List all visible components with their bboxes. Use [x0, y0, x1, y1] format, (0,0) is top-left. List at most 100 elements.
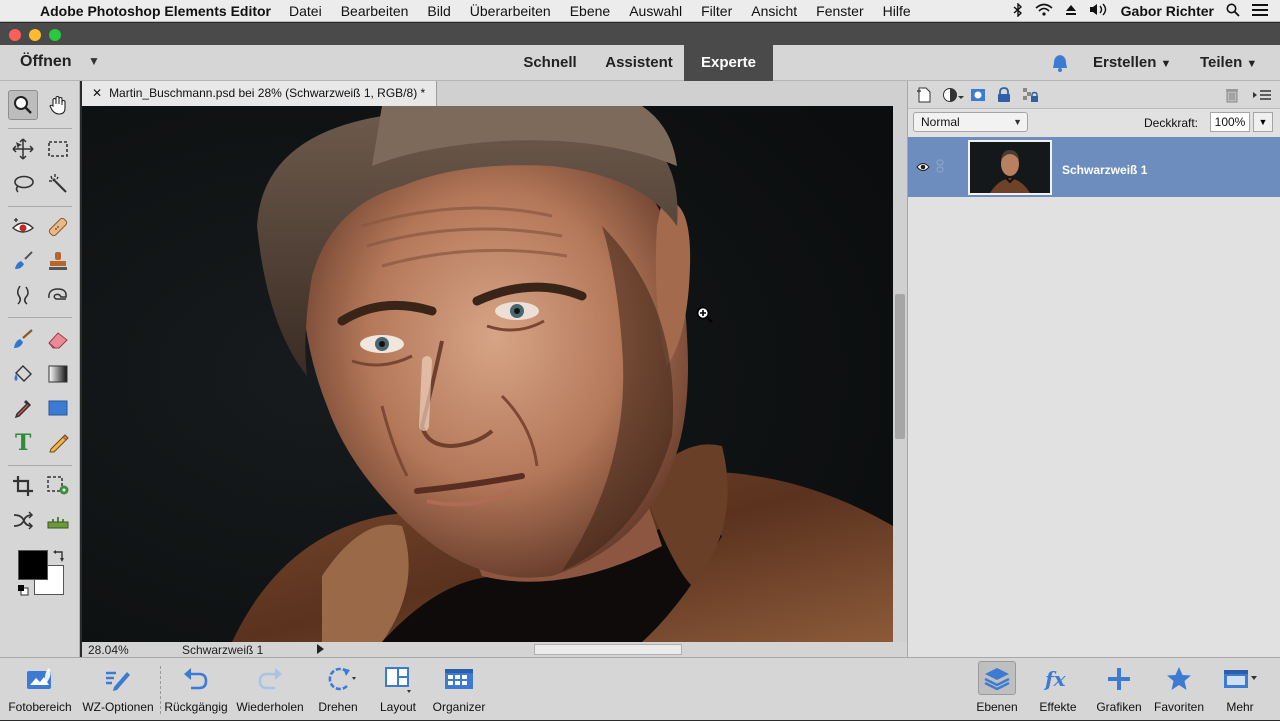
red-eye-tool-icon[interactable]: [8, 212, 38, 242]
adjustment-layer-icon[interactable]: [942, 87, 964, 103]
layers-panel-toolbar: [908, 81, 1280, 109]
graphics-button[interactable]: Grafiken: [1090, 658, 1148, 721]
straighten-tool-icon[interactable]: [43, 505, 73, 535]
vertical-scroll-thumb[interactable]: [895, 294, 905, 439]
panel-menu-icon[interactable]: [1252, 87, 1272, 103]
menu-ansicht[interactable]: Ansicht: [751, 3, 797, 19]
document-tab-bar-empty: [437, 81, 907, 106]
recompose-tool-icon[interactable]: [43, 471, 73, 501]
zoom-tool-icon[interactable]: [8, 90, 38, 120]
crop-tool-icon[interactable]: [8, 471, 38, 501]
tab-schnell[interactable]: Schnell: [514, 45, 586, 81]
close-window-button[interactable]: [9, 29, 21, 41]
layer-row-selected[interactable]: Schwarzweiß 1: [908, 137, 1280, 197]
delete-layer-icon[interactable]: [1224, 87, 1240, 103]
layer-mask-icon[interactable]: [970, 87, 986, 103]
status-menu-arrow-icon[interactable]: [315, 643, 325, 655]
quick-selection-tool-icon[interactable]: [43, 169, 73, 199]
menu-datei[interactable]: Datei: [289, 3, 322, 19]
shape-tool-icon[interactable]: [43, 393, 73, 423]
hand-tool-icon[interactable]: [43, 90, 73, 120]
lock-layer-icon[interactable]: [996, 87, 1012, 103]
volume-icon[interactable]: [1089, 3, 1109, 19]
layout-button[interactable]: Layout: [370, 658, 426, 721]
effects-button[interactable]: fx Effekte: [1030, 658, 1086, 721]
tab-experte[interactable]: Experte: [684, 45, 773, 81]
more-button[interactable]: Mehr: [1212, 658, 1268, 721]
sponge-tool-icon[interactable]: [43, 280, 73, 310]
menu-filter[interactable]: Filter: [701, 3, 732, 19]
opacity-field[interactable]: 100%: [1210, 112, 1250, 132]
opacity-dropdown-icon[interactable]: ▼: [1253, 112, 1273, 132]
clone-stamp-tool-icon[interactable]: [43, 246, 73, 276]
tool-options-button[interactable]: WZ-Optionen: [78, 658, 158, 721]
layer-link-icon[interactable]: [936, 159, 944, 173]
default-colors-icon[interactable]: [17, 583, 29, 596]
brush-tool-icon[interactable]: [8, 324, 38, 354]
menu-ebene[interactable]: Ebene: [570, 3, 610, 19]
spotlight-search-icon[interactable]: [1226, 3, 1240, 20]
app-menu-title[interactable]: Adobe Photoshop Elements Editor: [40, 3, 271, 19]
blur-tool-icon[interactable]: [8, 280, 38, 310]
open-button[interactable]: Öffnen: [20, 53, 72, 71]
menu-auswahl[interactable]: Auswahl: [629, 3, 682, 19]
open-dropdown-caret-icon[interactable]: ▼: [88, 54, 100, 68]
swap-colors-icon[interactable]: [52, 549, 66, 563]
eject-icon[interactable]: [1065, 3, 1077, 19]
app-top-bar: Öffnen ▼ Schnell Assistent Experte Erste…: [0, 45, 1280, 81]
rotate-button[interactable]: Drehen: [310, 658, 366, 721]
organizer-button[interactable]: Organizer: [428, 658, 490, 721]
lock-transparent-pixels-icon[interactable]: [1022, 87, 1038, 103]
close-document-icon[interactable]: ✕: [92, 86, 102, 100]
menu-fenster[interactable]: Fenster: [816, 3, 863, 19]
lasso-tool-icon[interactable]: [8, 169, 38, 199]
visibility-eye-icon[interactable]: [916, 160, 930, 172]
photo-bin-icon: [25, 664, 55, 694]
redo-button[interactable]: Wiederholen: [232, 658, 308, 721]
favorites-button[interactable]: Favoriten: [1150, 658, 1208, 721]
layer-thumbnail[interactable]: [968, 140, 1052, 195]
pencil-tool-icon[interactable]: [43, 427, 73, 457]
tool-options-label: WZ-Optionen: [82, 700, 154, 714]
photo-bin-button[interactable]: Fotobereich: [2, 658, 78, 721]
spot-healing-brush-icon[interactable]: [43, 212, 73, 242]
notification-center-icon[interactable]: [1252, 3, 1268, 19]
image-canvas[interactable]: [82, 106, 893, 642]
content-aware-move-tool-icon[interactable]: [8, 505, 38, 535]
toolbox-divider: [8, 317, 72, 318]
bluetooth-icon[interactable]: [1013, 1, 1023, 20]
new-layer-icon[interactable]: [916, 87, 932, 103]
menu-hilfe[interactable]: Hilfe: [883, 3, 911, 19]
minimize-window-button[interactable]: [29, 29, 41, 41]
zoom-window-button[interactable]: [49, 29, 61, 41]
bell-icon[interactable]: [1050, 53, 1070, 73]
undo-icon: [181, 664, 211, 694]
zoom-level[interactable]: 28.04%: [88, 643, 129, 657]
wifi-icon[interactable]: [1035, 3, 1053, 19]
tab-assistent[interactable]: Assistent: [596, 45, 682, 81]
gradient-tool-icon[interactable]: [43, 359, 73, 389]
layer-name[interactable]: Schwarzweiß 1: [1062, 163, 1147, 177]
toolbox: T: [0, 81, 80, 657]
smart-brush-tool-icon[interactable]: [8, 246, 38, 276]
layers-button[interactable]: Ebenen: [968, 658, 1026, 721]
eyedropper-tool-icon[interactable]: [8, 393, 38, 423]
create-menu[interactable]: Erstellen ▼: [1093, 54, 1171, 71]
text-tool-icon[interactable]: T: [8, 427, 38, 457]
user-name[interactable]: Gabor Richter: [1121, 3, 1214, 19]
menu-ueberarbeiten[interactable]: Überarbeiten: [470, 3, 551, 19]
horizontal-scroll-thumb[interactable]: [534, 644, 682, 655]
paint-bucket-tool-icon[interactable]: [8, 359, 38, 389]
document-tab[interactable]: ✕ Martin_Buschmann.psd bei 28% (Schwarzwe…: [82, 81, 437, 106]
menu-bild[interactable]: Bild: [427, 3, 450, 19]
foreground-color-swatch-top[interactable]: [18, 550, 48, 580]
blend-mode-select[interactable]: Normal ▼: [913, 112, 1028, 132]
vertical-scrollbar[interactable]: [893, 106, 907, 642]
marquee-tool-icon[interactable]: [43, 134, 73, 164]
toolbox-divider: [8, 465, 72, 466]
menu-bearbeiten[interactable]: Bearbeiten: [341, 3, 409, 19]
move-tool-icon[interactable]: [8, 134, 38, 164]
eraser-tool-icon[interactable]: [43, 324, 73, 354]
share-menu[interactable]: Teilen ▼: [1200, 54, 1257, 71]
undo-button[interactable]: Rückgängig: [162, 658, 230, 721]
